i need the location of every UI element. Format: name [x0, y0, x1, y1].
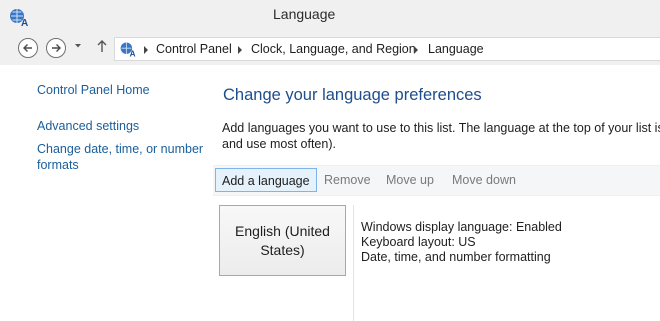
- breadcrumb-control-panel[interactable]: Control Panel: [156, 42, 232, 56]
- breadcrumb-separator-icon[interactable]: [237, 46, 243, 54]
- change-formats-link[interactable]: Change date, time, or number formats: [37, 141, 207, 173]
- language-detail: Windows display language: Enabled: [361, 220, 562, 234]
- advanced-settings-link[interactable]: Advanced settings: [37, 118, 139, 134]
- back-button[interactable]: [18, 38, 38, 58]
- move-down-button[interactable]: Move down: [446, 168, 522, 192]
- language-toolbar: Add a language Remove Move up Move down: [213, 165, 660, 196]
- language-globe-icon: A: [120, 42, 136, 58]
- svg-text:A: A: [130, 49, 136, 58]
- dropdown-icon[interactable]: [74, 43, 82, 49]
- breadcrumb-clock-language-region[interactable]: Clock, Language, and Region: [251, 42, 416, 56]
- divider: [353, 205, 354, 321]
- breadcrumb-language[interactable]: Language: [428, 42, 484, 56]
- breadcrumb-separator-icon[interactable]: [143, 46, 149, 54]
- address-bar[interactable]: A Control Panel Clock, Language, and Reg…: [114, 37, 660, 61]
- forward-icon: [52, 44, 61, 52]
- back-icon: [23, 44, 32, 52]
- language-item-english[interactable]: English (United States): [219, 205, 346, 276]
- language-detail: Keyboard layout: US: [361, 235, 476, 249]
- window-title: Language: [273, 6, 336, 22]
- breadcrumb-separator-icon[interactable]: [413, 46, 419, 54]
- language-name: English (United States): [235, 222, 330, 258]
- add-language-button[interactable]: Add a language: [215, 168, 317, 192]
- page-title: Change your language preferences: [223, 86, 482, 104]
- control-panel-home-link[interactable]: Control Panel Home: [37, 82, 150, 98]
- title-bar: A Language: [0, 0, 660, 33]
- up-arrow-icon[interactable]: [96, 39, 108, 53]
- page-description: Add languages you want to use to this li…: [222, 121, 660, 151]
- forward-button[interactable]: [46, 38, 66, 58]
- language-detail: Date, time, and number formatting: [361, 250, 551, 264]
- move-up-button[interactable]: Move up: [380, 168, 440, 192]
- navigation-bar: A Control Panel Clock, Language, and Reg…: [0, 33, 660, 65]
- remove-button[interactable]: Remove: [318, 168, 377, 192]
